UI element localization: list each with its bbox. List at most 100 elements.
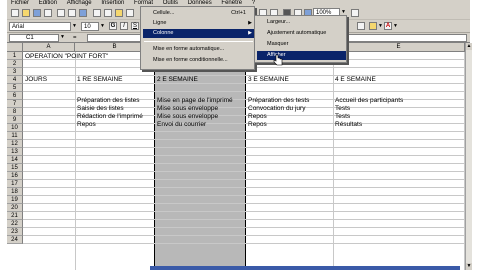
cell-c7[interactable]: Mise sous enveloppe [157,113,245,121]
row-header[interactable]: 12 [7,140,23,148]
column-header-e[interactable]: E [333,43,465,52]
submenu-item-masquer[interactable]: Masquer [257,40,346,49]
font-size-dropdown-icon[interactable]: ▼ [100,23,105,30]
cell-e6[interactable]: Tests [335,105,463,113]
menu-item-label: Ligne [153,20,167,26]
cell-e3[interactable]: 4 E SEMAINE [335,76,376,84]
underline-icon[interactable]: S [131,22,139,30]
row-header[interactable]: 11 [7,132,23,140]
row-header[interactable]: 15 [7,164,23,172]
row-header[interactable]: 13 [7,148,23,156]
row-header[interactable]: 22 [7,220,23,228]
select-all-corner[interactable] [7,43,23,52]
cell-d6[interactable]: Convocation du jury [248,105,332,113]
scroll-up-icon[interactable]: ▲ [466,43,472,50]
column-header-a[interactable]: A [23,43,75,52]
gridline [333,52,334,270]
menu-item-mise-en-forme-auto[interactable]: Mise en forme automatique... [143,45,254,54]
cell-b7[interactable]: Rédaction de l'imprimé [77,113,155,121]
cut-icon[interactable] [93,9,101,17]
cell-c3[interactable]: 2 E SEMAINE [157,76,198,84]
font-color-icon[interactable]: A [384,22,392,30]
fx-label: = [73,35,77,41]
row-header[interactable]: 7 [7,100,23,108]
cell-c5[interactable]: Mise en page de l'imprimé [157,97,245,105]
column-submenu: Largeur... Ajustement automatique Masque… [254,15,347,63]
italic-icon[interactable]: I [120,22,128,30]
spelling-icon[interactable] [79,9,87,17]
hand-cursor-icon [273,54,283,66]
bold-icon[interactable]: G [109,22,117,30]
cell-a3[interactable]: JOURS [25,76,47,84]
row-header[interactable]: 24 [7,236,23,244]
menu-item-colonne[interactable]: Colonne ▶ [143,29,254,38]
fill-color-icon[interactable] [369,22,377,30]
new-document-icon[interactable] [11,9,19,17]
paste-icon[interactable] [115,9,123,17]
row-header[interactable]: 14 [7,156,23,164]
row-header[interactable]: 3 [7,68,23,76]
email-icon[interactable] [44,9,52,17]
row-header[interactable]: 6 [7,92,23,100]
cell-d3[interactable]: 3 E SEMAINE [248,76,289,84]
row-header[interactable]: 9 [7,116,23,124]
cell-c6[interactable]: Mise sous enveloppe [157,105,245,113]
row-header[interactable]: 8 [7,108,23,116]
row-header[interactable]: 19 [7,196,23,204]
cell-d8[interactable]: Repos [248,121,332,129]
row-header[interactable]: 2 [7,60,23,68]
row-header[interactable]: 17 [7,180,23,188]
submenu-item-largeur[interactable]: Largeur... [257,18,346,27]
gridline [23,163,465,164]
row-header[interactable]: 4 [7,76,23,84]
row-header[interactable]: 23 [7,228,23,236]
spreadsheet-grid[interactable]: A B C D E 123456789101112131415161718192… [7,43,465,270]
vertical-scrollbar[interactable]: ▲ ▼ [465,43,472,270]
cell-b8[interactable]: Repos [77,121,155,129]
print-preview-icon[interactable] [68,9,76,17]
menu-item-mise-en-forme-conditionnelle[interactable]: Mise en forme conditionnelle... [143,56,254,65]
row-header[interactable]: 16 [7,172,23,180]
scroll-down-icon[interactable]: ▼ [466,263,472,270]
font-color-dropdown-icon[interactable]: ▼ [393,23,398,30]
submenu-item-ajustement-auto[interactable]: Ajustement automatique [257,29,346,38]
borders-icon[interactable] [357,22,365,30]
gridline [23,235,465,236]
format-painter-icon[interactable] [126,9,134,17]
gridline [23,187,465,188]
open-folder-icon[interactable] [22,9,30,17]
row-header[interactable]: 10 [7,124,23,132]
row-header[interactable]: 20 [7,204,23,212]
cell-b3[interactable]: 1 RE SEMAINE [77,76,123,84]
menu-item-ligne[interactable]: Ligne ▶ [143,19,254,28]
cell-b6[interactable]: Saisie des listes [77,105,155,113]
sheet-tab-bar[interactable] [150,266,460,270]
font-size-box[interactable]: 10 [81,22,99,31]
gridline [23,131,465,132]
cell-e8[interactable]: Résultats [335,121,463,129]
fill-color-dropdown-icon[interactable]: ▼ [378,23,383,30]
cell-e7[interactable]: Tests [335,113,463,121]
selected-column-c[interactable] [154,52,246,270]
cell-d5[interactable]: Préparation des tests [248,97,332,105]
copy-icon[interactable] [104,9,112,17]
row-header[interactable]: 1 [7,52,23,60]
font-name-dropdown-icon[interactable]: ▼ [72,23,77,30]
cell-d7[interactable]: Repos [248,113,332,121]
print-icon[interactable] [57,9,65,17]
cell-c8[interactable]: Envoi du courrier [157,121,245,129]
shortcut-label: Ctrl+1 [231,10,246,16]
help-icon[interactable] [351,9,359,17]
row-header[interactable]: 18 [7,188,23,196]
submenu-item-afficher[interactable]: Afficher [257,51,346,60]
save-icon[interactable] [33,9,41,17]
name-box-dropdown-icon[interactable]: ▼ [60,34,65,41]
cell-e5[interactable]: Accueil des participants [335,97,463,105]
name-box[interactable]: C1 [9,34,59,42]
font-name-box[interactable]: Arial [9,22,71,31]
menu-item-cellule[interactable]: Cellule... Ctrl+1 [143,9,254,18]
menu-item-label: Colonne [153,30,174,36]
row-header[interactable]: 5 [7,84,23,92]
cell-b5[interactable]: Préparation des listes [77,97,155,105]
row-header[interactable]: 21 [7,212,23,220]
